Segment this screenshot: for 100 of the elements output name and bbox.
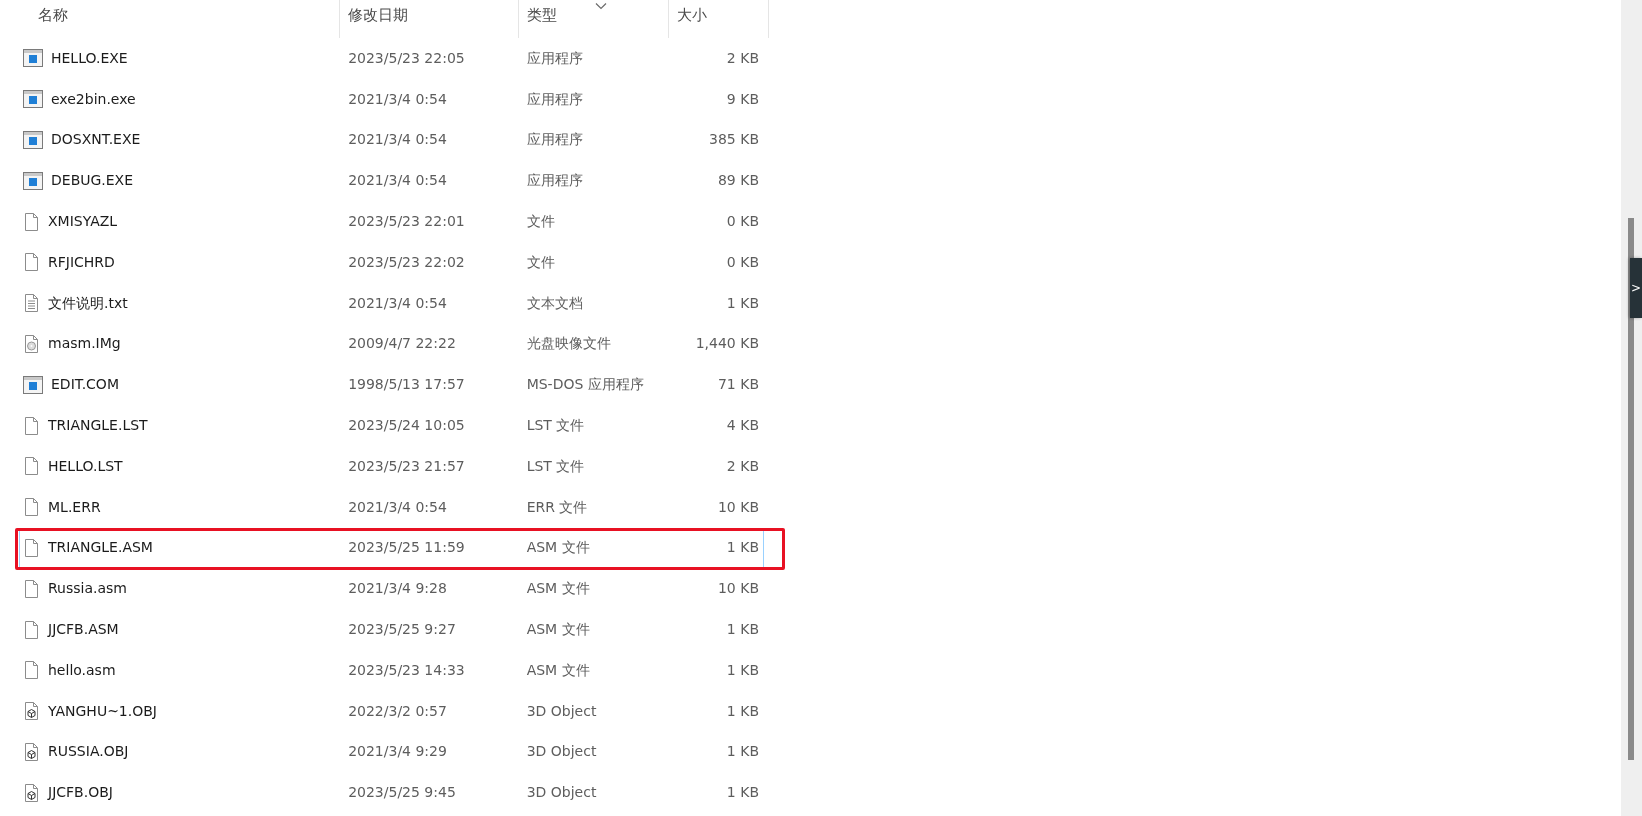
modified-date: 2023/5/25 9:45 bbox=[348, 784, 456, 801]
file-type: 光盘映像文件 bbox=[526, 335, 611, 352]
file-type: 3D Object bbox=[526, 784, 597, 801]
modified-date: 2021/3/4 9:28 bbox=[348, 580, 447, 597]
file-type: ASM 文件 bbox=[526, 621, 590, 638]
file-row[interactable]: Russia.asm 2021/3/4 9:28 ASM 文件 10 KB bbox=[19, 568, 764, 610]
file-icon bbox=[23, 252, 40, 273]
file-name: masm.IMg bbox=[48, 334, 121, 354]
file-type: ERR 文件 bbox=[526, 498, 588, 515]
cube-file-icon bbox=[23, 741, 40, 762]
text-file-icon bbox=[23, 293, 40, 314]
file-icon bbox=[23, 537, 40, 558]
file-name: TRIANGLE.LST bbox=[48, 416, 148, 436]
modified-date: 2021/3/4 9:29 bbox=[348, 743, 447, 760]
file-icon bbox=[23, 660, 40, 681]
file-type: ASM 文件 bbox=[526, 580, 590, 597]
file-size: 1 KB bbox=[726, 702, 759, 719]
file-row[interactable]: YANGHU~1.OBJ 2022/3/2 0:57 3D Object 1 KB bbox=[19, 690, 764, 732]
file-row[interactable]: hello.asm 2023/5/23 14:33 ASM 文件 1 KB bbox=[19, 649, 764, 691]
side-panel-tab[interactable]: > bbox=[1630, 258, 1642, 318]
file-size: 1 KB bbox=[726, 784, 759, 801]
file-row[interactable]: EDIT.COM 1998/5/13 17:57 MS-DOS 应用程序 71 KB bbox=[19, 364, 764, 406]
file-name: RUSSIA.OBJ bbox=[48, 742, 129, 762]
app-window-icon bbox=[23, 49, 43, 68]
file-type: ASM 文件 bbox=[526, 539, 590, 556]
modified-date: 2021/3/4 0:54 bbox=[348, 498, 447, 515]
file-size: 9 KB bbox=[726, 90, 759, 107]
file-name: TRIANGLE.ASM bbox=[48, 538, 153, 558]
scrollbar-thumb[interactable] bbox=[1628, 218, 1634, 760]
file-row[interactable]: JJCFB.ASM 2023/5/25 9:27 ASM 文件 1 KB bbox=[19, 609, 764, 650]
modified-date: 2023/5/23 22:02 bbox=[348, 253, 465, 270]
file-name: DOSXNT.EXE bbox=[51, 130, 141, 150]
cube-file-icon bbox=[23, 701, 40, 722]
file-row[interactable]: masm.IMg 2009/4/7 22:22 光盘映像文件 1,440 KB bbox=[19, 323, 764, 365]
file-row[interactable]: DEBUG.EXE 2021/3/4 0:54 应用程序 89 KB bbox=[19, 160, 764, 202]
file-name: ML.ERR bbox=[48, 497, 101, 517]
file-row[interactable]: RUSSIA.OBJ 2021/3/4 9:29 3D Object 1 KB bbox=[19, 731, 764, 773]
file-size: 1 KB bbox=[726, 621, 759, 638]
file-name: JJCFB.ASM bbox=[48, 620, 119, 640]
file-type: 文件 bbox=[526, 253, 555, 270]
file-type: LST 文件 bbox=[526, 417, 585, 434]
file-name: HELLO.EXE bbox=[51, 48, 128, 68]
file-type: LST 文件 bbox=[526, 457, 585, 474]
file-type: MS-DOS 应用程序 bbox=[526, 376, 644, 393]
modified-date: 2023/5/25 9:27 bbox=[348, 621, 456, 638]
file-size: 71 KB bbox=[717, 376, 759, 393]
file-size: 2 KB bbox=[726, 49, 759, 66]
column-header[interactable]: 大小 bbox=[669, 0, 769, 38]
file-row[interactable]: 文件说明.txt 2021/3/4 0:54 文本文档 1 KB bbox=[19, 282, 764, 324]
file-size: 1 KB bbox=[726, 294, 759, 311]
modified-date: 1998/5/13 17:57 bbox=[348, 376, 465, 393]
app-window-icon bbox=[23, 90, 43, 109]
file-icon bbox=[23, 497, 40, 518]
column-header[interactable]: 类型 bbox=[519, 0, 669, 38]
modified-date: 2023/5/23 22:05 bbox=[348, 49, 465, 66]
file-row[interactable]: HELLO.LST 2023/5/23 21:57 LST 文件 2 KB bbox=[19, 445, 764, 487]
file-icon bbox=[23, 619, 40, 640]
file-type: ASM 文件 bbox=[526, 661, 590, 678]
file-size: 1 KB bbox=[726, 539, 759, 556]
file-name: 文件说明.txt bbox=[48, 293, 128, 313]
file-size: 10 KB bbox=[717, 580, 759, 597]
file-row[interactable]: HELLO.EXE 2023/5/23 22:05 应用程序 2 KB bbox=[19, 38, 764, 79]
modified-date: 2022/3/2 0:57 bbox=[348, 702, 447, 719]
modified-date: 2021/3/4 0:54 bbox=[348, 294, 447, 311]
file-name: JJCFB.OBJ bbox=[48, 783, 113, 803]
modified-date: 2021/3/4 0:54 bbox=[348, 172, 447, 189]
file-size: 1,440 KB bbox=[695, 335, 759, 352]
file-row[interactable]: DOSXNT.EXE 2021/3/4 0:54 应用程序 385 KB bbox=[19, 119, 764, 161]
file-icon bbox=[23, 211, 40, 232]
file-row[interactable]: exe2bin.exe 2021/3/4 0:54 应用程序 9 KB bbox=[19, 78, 764, 120]
modified-date: 2023/5/25 11:59 bbox=[348, 539, 465, 556]
file-type: 文件 bbox=[526, 213, 555, 230]
modified-date: 2023/5/24 10:05 bbox=[348, 417, 465, 434]
file-size: 0 KB bbox=[726, 253, 759, 270]
column-header[interactable]: 名称 bbox=[0, 0, 340, 38]
disc-file-icon bbox=[23, 333, 40, 354]
file-row[interactable]: TRIANGLE.LST 2023/5/24 10:05 LST 文件 4 KB bbox=[19, 405, 764, 446]
file-row[interactable]: ML.ERR 2021/3/4 0:54 ERR 文件 10 KB bbox=[19, 486, 764, 528]
file-row[interactable]: XMISYAZL 2023/5/23 22:01 文件 0 KB bbox=[19, 201, 764, 242]
file-type: 应用程序 bbox=[526, 172, 583, 189]
modified-date: 2023/5/23 14:33 bbox=[348, 661, 465, 678]
file-row[interactable]: JJCFB.OBJ 2023/5/25 9:45 3D Object 1 KB bbox=[19, 772, 764, 814]
column-header[interactable]: 修改日期 bbox=[340, 0, 519, 38]
file-name: exe2bin.exe bbox=[51, 89, 136, 109]
app-window-icon bbox=[23, 171, 43, 190]
file-size: 1 KB bbox=[726, 743, 759, 760]
cube-file-icon bbox=[23, 782, 40, 803]
app-window-icon bbox=[23, 131, 43, 149]
file-name: XMISYAZL bbox=[48, 212, 118, 232]
modified-date: 2021/3/4 0:54 bbox=[348, 90, 447, 107]
file-type: 应用程序 bbox=[526, 90, 583, 107]
file-icon bbox=[23, 578, 40, 599]
file-size: 0 KB bbox=[726, 213, 759, 230]
file-size: 4 KB bbox=[726, 417, 759, 434]
file-name: hello.asm bbox=[48, 660, 116, 680]
file-size: 10 KB bbox=[717, 498, 759, 515]
file-row[interactable]: RFJICHRD 2023/5/23 22:02 文件 0 KB bbox=[19, 242, 764, 283]
file-name: RFJICHRD bbox=[48, 252, 115, 272]
file-type: 3D Object bbox=[526, 702, 597, 719]
modified-date: 2021/3/4 0:54 bbox=[348, 131, 447, 148]
